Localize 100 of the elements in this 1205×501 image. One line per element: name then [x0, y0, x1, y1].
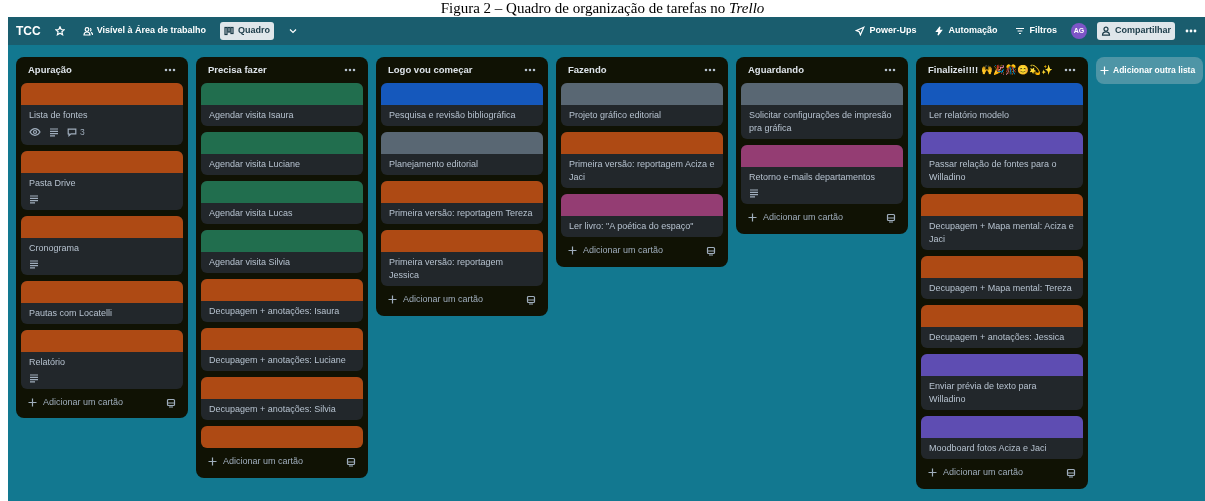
figure-caption: Figura 2 – Quadro de organização de tarefas no Trello: [440, 0, 765, 17]
add-card-button[interactable]: Adicionar um cartão: [928, 466, 1024, 480]
task-card[interactable]: Primeira versão: reportagem Aciza e Jaci: [561, 132, 723, 188]
task-card[interactable]: Pesquisa e revisão bibliográfica: [381, 83, 543, 126]
card-title: Projeto gráfico editorial: [568, 109, 663, 122]
task-card[interactable]: Passar relação de fontes para o Willadino: [921, 132, 1083, 188]
card-title: Cronograma: [28, 241, 81, 255]
star-icon: [54, 26, 65, 36]
more-icon[interactable]: [884, 67, 896, 74]
task-card[interactable]: Ler relatório modelo: [921, 83, 1083, 126]
plus-icon: [1100, 65, 1109, 75]
task-card[interactable]: Decupagem + anotações: Jessica: [921, 305, 1083, 348]
chevron-down-icon: [288, 26, 299, 36]
card-title: Pasta Drive: [28, 176, 77, 190]
card-title: Agendar visita Silvia: [208, 256, 292, 269]
template-icon[interactable]: [166, 397, 176, 408]
task-card[interactable]: Primeira versão: reportagem Tereza: [381, 181, 543, 224]
task-card[interactable]: Retorno e-mails departamentos: [741, 145, 903, 204]
toolbar-button[interactable]: Automação: [930, 22, 1002, 40]
comment-icon: [67, 127, 77, 138]
plus-icon: [928, 468, 937, 478]
add-card-button[interactable]: Adicionar um cartão: [28, 395, 124, 410]
list-title: Logo vou começar: [388, 62, 473, 77]
template-icon[interactable]: [346, 456, 356, 467]
card-title: Primeira versão: reportagem Tereza: [388, 207, 534, 220]
card-title: Ler relatório modelo: [928, 109, 1011, 122]
card-title: Retorno e-mails departamentos: [748, 171, 877, 184]
comment-count: 3: [80, 126, 85, 139]
plus-icon: [28, 398, 37, 407]
template-icon[interactable]: [706, 245, 716, 256]
card-title: Agendar visita Luciane: [208, 158, 302, 171]
task-card[interactable]: Moodboard fotos Aciza e Jaci: [921, 416, 1083, 459]
more-icon[interactable]: [1064, 67, 1076, 74]
share-button[interactable]: Compartilhar: [1097, 22, 1175, 40]
card-title: Passar relação de fontes para o Willadino: [928, 158, 1058, 184]
toolbar-button[interactable]: Power-Ups: [851, 22, 921, 40]
template-icon[interactable]: [1066, 467, 1076, 478]
add-card-button[interactable]: Adicionar um cartão: [568, 244, 664, 258]
toolbar-button[interactable]: Filtros: [1011, 22, 1061, 40]
eye-icon: [29, 127, 41, 138]
card-title: Ler livro: "A poética do espaço": [568, 220, 695, 233]
task-card[interactable]: Cronograma: [21, 215, 183, 275]
plus-icon: [208, 457, 217, 467]
add-card-button[interactable]: Adicionar um cartão: [748, 211, 844, 225]
task-card[interactable]: Ler livro: "A poética do espaço": [561, 194, 723, 237]
board-icon: [224, 26, 235, 36]
card-title: Planejamento editorial: [388, 158, 480, 171]
task-card[interactable]: Decupagem + Mapa mental: Aciza e Jaci: [921, 194, 1083, 250]
card-title: Solicitar configurações de impresão pra gráfica: [748, 109, 893, 135]
description-icon: [29, 372, 39, 383]
more-icon[interactable]: [164, 67, 176, 74]
task-card[interactable]: Enviar prévia de texto para Willadino: [921, 354, 1083, 410]
task-card[interactable]: Lista de fontes 3: [21, 83, 183, 145]
template-icon[interactable]: [886, 212, 896, 223]
task-card[interactable]: Solicitar configurações de impresão pra gráfica: [741, 83, 903, 139]
more-icon[interactable]: [704, 67, 716, 74]
list-title: Precisa fazer: [208, 62, 267, 77]
description-icon: [29, 258, 39, 269]
card-title: Relatório: [28, 355, 67, 369]
task-card[interactable]: Agendar visita Silvia: [201, 230, 363, 273]
task-card[interactable]: Decupagem + anotações: Silvia: [201, 377, 363, 420]
task-card[interactable]: Projeto gráfico editorial: [561, 83, 723, 126]
task-card[interactable]: Agendar visita Isaura: [201, 83, 363, 126]
card-title: Moodboard fotos Aciza e Jaci: [928, 442, 1048, 455]
card-title: Primeira versão: reportagem Jessica: [388, 256, 505, 282]
task-card[interactable]: Decupagem + anotações: Isaura: [201, 279, 363, 322]
task-card[interactable]: Pasta Drive: [21, 150, 183, 210]
visibility-button[interactable]: Visível à Área de trabalho: [78, 22, 211, 40]
card-title: Decupagem + anotações: Jessica: [928, 331, 1066, 344]
task-card[interactable]: Pautas com Locatelli: [21, 280, 183, 324]
plus-icon: [748, 213, 757, 223]
task-card[interactable]: Agendar visita Lucas: [201, 181, 363, 224]
more-icon[interactable]: [524, 67, 536, 74]
description-icon: [29, 193, 39, 204]
view-tab[interactable]: Quadro: [220, 22, 275, 40]
card-title: Pautas com Locatelli: [28, 306, 114, 320]
template-icon[interactable]: [526, 294, 536, 305]
list-title: Finalizei!!!! 🙌🎉🎊😊💫✨: [928, 62, 1053, 77]
task-card[interactable]: Planejamento editorial: [381, 132, 543, 175]
card-title: Agendar visita Lucas: [208, 207, 294, 220]
add-card-button[interactable]: Adicionar um cartão: [388, 293, 484, 307]
card-title: Agendar visita Isaura: [208, 109, 295, 122]
task-card[interactable]: Decupagem + Mapa mental: Tereza: [921, 256, 1083, 299]
task-card[interactable]: Agendar visita Luciane: [201, 132, 363, 175]
filter-icon: [1015, 26, 1026, 36]
task-card[interactable]: Primeira versão: reportagem Jessica: [381, 230, 543, 286]
add-card-button[interactable]: Adicionar um cartão: [208, 455, 304, 469]
card-title: Decupagem + Mapa mental: Aciza e Jaci: [928, 220, 1075, 246]
plus-icon: [388, 295, 397, 305]
people-icon: [82, 26, 93, 36]
card-title: Enviar prévia de texto para Willadino: [928, 380, 1038, 406]
card-title: Decupagem + anotações: Isaura: [208, 305, 341, 318]
description-icon: [749, 188, 759, 198]
card-title: Primeira versão: reportagem Aciza e Jaci: [568, 158, 716, 184]
card-title: Decupagem + anotações: Silvia: [208, 403, 337, 416]
more-icon[interactable]: [344, 67, 356, 74]
task-card[interactable]: Decupagem + anotações: Luciane: [201, 328, 363, 371]
list-title: Aguardando: [748, 62, 804, 77]
list-title: Fazendo: [568, 62, 607, 77]
task-card[interactable]: Relatório: [21, 329, 183, 389]
